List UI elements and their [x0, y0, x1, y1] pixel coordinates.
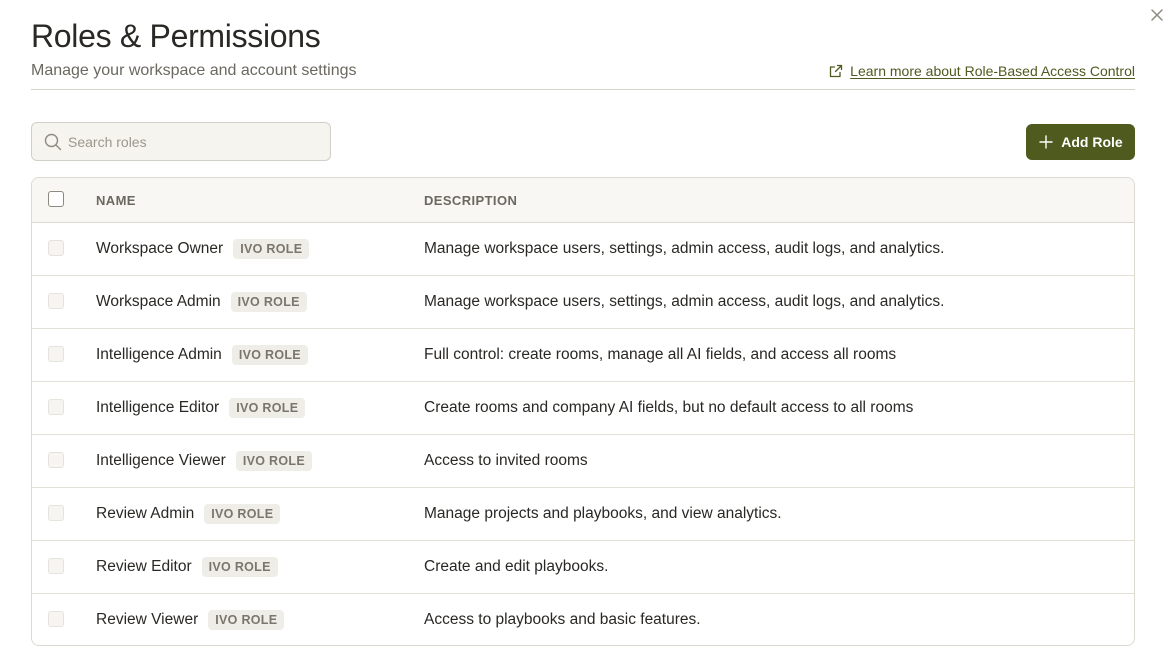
learn-more-label: Learn more about Role-Based Access Contr…: [850, 63, 1135, 79]
row-checkbox[interactable]: [48, 558, 64, 574]
search-box: [31, 122, 331, 161]
row-checkbox[interactable]: [48, 611, 64, 627]
role-badge: IVO ROLE: [229, 398, 306, 418]
role-name: Review Viewer: [96, 611, 199, 628]
role-name: Review Editor: [96, 558, 192, 575]
table-row[interactable]: Intelligence Viewer IVO ROLE Access to inv…: [32, 435, 1134, 488]
role-description: Manage workspace users, settings, admin …: [424, 293, 945, 310]
header-divider: [31, 89, 1135, 90]
column-header-description[interactable]: DESCRIPTION: [424, 193, 517, 208]
role-name: Intelligence Admin: [96, 346, 222, 363]
role-name: Intelligence Viewer: [96, 452, 226, 469]
table-row[interactable]: Review Viewer IVO ROLE Access to playbooks…: [32, 594, 1134, 645]
role-name-cell: Intelligence Admin IVO ROLE: [96, 344, 308, 366]
table-row[interactable]: Intelligence Admin IVO ROLE Full control: …: [32, 329, 1134, 382]
role-name: Workspace Owner: [96, 240, 224, 257]
role-description: Access to invited rooms: [424, 452, 588, 469]
row-checkbox[interactable]: [48, 452, 64, 468]
row-checkbox[interactable]: [48, 346, 64, 362]
role-description: Access to playbooks and basic features.: [424, 611, 701, 628]
role-badge: IVO ROLE: [204, 504, 281, 524]
add-role-label: Add Role: [1061, 134, 1123, 150]
row-checkbox[interactable]: [48, 240, 64, 256]
role-name: Review Admin: [96, 505, 195, 522]
plus-icon: [1039, 135, 1053, 149]
role-name-cell: Workspace Owner IVO ROLE: [96, 238, 310, 260]
role-badge: IVO ROLE: [233, 239, 310, 259]
role-badge: IVO ROLE: [201, 557, 278, 577]
table-row[interactable]: Workspace Admin IVO ROLE Manage workspace …: [32, 276, 1134, 329]
role-badge: IVO ROLE: [231, 345, 308, 365]
role-description: Create rooms and company AI fields, but …: [424, 399, 914, 416]
table-row[interactable]: Workspace Owner IVO ROLE Manage workspace …: [32, 223, 1134, 276]
role-name-cell: Review Viewer IVO ROLE: [96, 609, 285, 631]
close-icon: [1151, 9, 1163, 21]
row-checkbox[interactable]: [48, 399, 64, 415]
add-role-button[interactable]: Add Role: [1026, 124, 1135, 160]
table-row[interactable]: Review Editor IVO ROLE Create and edit pla…: [32, 541, 1134, 594]
role-badge: IVO ROLE: [230, 292, 307, 312]
table-header: NAME DESCRIPTION: [32, 178, 1134, 223]
role-badge: IVO ROLE: [235, 451, 312, 471]
role-description: Full control: create rooms, manage all A…: [424, 346, 897, 363]
roles-permissions-dialog: Roles & Permissions Manage your workspac…: [0, 0, 1175, 665]
role-name: Intelligence Editor: [96, 399, 220, 416]
search-input[interactable]: [68, 133, 308, 150]
page-subtitle: Manage your workspace and account settin…: [31, 62, 357, 79]
role-name-cell: Intelligence Viewer IVO ROLE: [96, 450, 312, 472]
role-name-cell: Intelligence Editor IVO ROLE: [96, 397, 306, 419]
role-badge: IVO ROLE: [208, 610, 285, 630]
search-icon: [44, 133, 62, 150]
table-row[interactable]: Intelligence Editor IVO ROLE Create rooms …: [32, 382, 1134, 435]
row-checkbox[interactable]: [48, 293, 64, 309]
table-row[interactable]: Review Admin IVO ROLE Manage projects and …: [32, 488, 1134, 541]
role-description: Create and edit playbooks.: [424, 558, 609, 575]
column-header-name[interactable]: NAME: [96, 193, 136, 208]
role-name-cell: Workspace Admin IVO ROLE: [96, 291, 307, 313]
roles-table: NAME DESCRIPTION Workspace Owner IVO ROLE…: [31, 177, 1135, 646]
table-body: Workspace Owner IVO ROLE Manage workspace …: [32, 223, 1134, 645]
page-title: Roles & Permissions: [31, 18, 321, 54]
role-description: Manage projects and playbooks, and view …: [424, 505, 782, 522]
close-button[interactable]: [1149, 7, 1165, 23]
role-name-cell: Review Editor IVO ROLE: [96, 556, 278, 578]
role-name-cell: Review Admin IVO ROLE: [96, 503, 281, 525]
role-name: Workspace Admin: [96, 293, 221, 310]
row-checkbox[interactable]: [48, 505, 64, 521]
learn-more-link[interactable]: Learn more about Role-Based Access Contr…: [829, 62, 1135, 80]
select-all-checkbox[interactable]: [48, 191, 64, 207]
role-description: Manage workspace users, settings, admin …: [424, 240, 945, 257]
external-link-icon: [830, 64, 843, 78]
